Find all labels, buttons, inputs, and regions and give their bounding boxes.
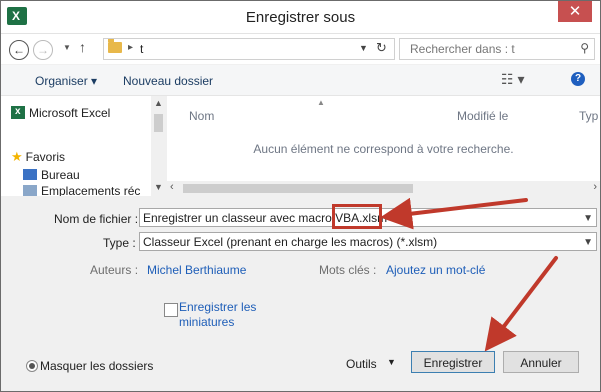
search-input[interactable]: Rechercher dans : t <box>410 42 515 56</box>
scroll-left-icon[interactable]: ‹ <box>170 181 174 193</box>
help-icon[interactable]: ? <box>571 72 585 86</box>
file-list-horizontal-scrollbar[interactable]: ‹ › <box>167 181 600 196</box>
column-header-name[interactable]: Nom <box>189 109 214 123</box>
add-keyword-link[interactable]: Ajoutez un mot-clé <box>386 263 485 277</box>
scroll-up-icon[interactable]: ▲ <box>154 98 163 108</box>
star-icon: ★ <box>11 149 23 164</box>
breadcrumb-folder[interactable]: t <box>140 42 143 56</box>
address-bar[interactable]: ▸ t ▼ ↻ <box>103 38 395 60</box>
folder-icon <box>108 39 122 53</box>
column-header-modified[interactable]: Modifié le <box>457 109 508 123</box>
scroll-down-icon[interactable]: ▼ <box>154 182 163 192</box>
save-button[interactable]: Enregistrer <box>411 351 495 373</box>
command-toolbar: Organiser ▾ Nouveau dossier ☷ ▾ ? <box>1 65 600 96</box>
tree-item-microsoft-excel[interactable]: Microsoft Excel <box>11 103 111 122</box>
tree-item-recent-places[interactable]: Emplacements réc <box>23 182 140 196</box>
back-arrow-icon[interactable]: ← <box>9 40 29 60</box>
navigation-pane: Microsoft Excel ★Favoris Bureau Emplacem… <box>1 96 166 196</box>
sort-indicator-icon: ▲ <box>317 98 325 107</box>
nav-pane-scrollbar[interactable]: ▲ ▼ <box>151 96 166 196</box>
search-box[interactable]: Rechercher dans : t ⚲ <box>399 38 595 60</box>
refresh-icon[interactable]: ↻ <box>376 40 387 56</box>
column-header-type[interactable]: Typ <box>579 109 598 123</box>
forward-arrow-icon[interactable]: → <box>33 40 53 60</box>
tree-item-label: Favoris <box>25 150 65 164</box>
authors-label: Auteurs : <box>90 263 139 277</box>
scroll-right-icon[interactable]: › <box>593 181 597 193</box>
chevron-down-icon[interactable]: ▼ <box>583 233 593 250</box>
empty-message: Aucun élément ne correspond à votre rech… <box>253 142 514 156</box>
cancel-button[interactable]: Annuler <box>503 351 579 373</box>
highlight-box <box>332 204 382 229</box>
chevron-down-icon[interactable]: ▼ <box>583 209 593 226</box>
close-button[interactable]: ✕ <box>558 1 592 22</box>
keywords-label: Mots clés : <box>319 263 377 277</box>
type-value: Classeur Excel (prenant en charge les ma… <box>143 235 438 249</box>
tools-dropdown-icon[interactable]: ▼ <box>387 357 396 367</box>
hide-folders-button[interactable]: Masquer les dossiers <box>40 359 153 373</box>
tree-item-label: Microsoft Excel <box>29 106 111 120</box>
save-form: Nom de fichier : Enregistrer un classeur… <box>1 197 600 391</box>
address-dropdown-icon[interactable]: ▼ <box>359 43 368 53</box>
authors-value[interactable]: Michel Berthiaume <box>147 263 246 277</box>
type-label: Type : <box>103 236 136 250</box>
tree-item-label: Emplacements réc <box>41 184 141 196</box>
excel-icon <box>11 103 25 121</box>
new-folder-button[interactable]: Nouveau dossier <box>123 74 213 88</box>
navigation-bar: ← → ▼ ↑ ▸ t ▼ ↻ Rechercher dans : t ⚲ <box>1 34 600 64</box>
hide-folders-toggle-icon[interactable] <box>26 360 38 372</box>
thumbnails-label[interactable]: Enregistrer les miniatures <box>179 300 259 330</box>
history-dropdown-icon[interactable]: ▼ <box>63 43 71 52</box>
type-select[interactable]: Classeur Excel (prenant en charge les ma… <box>139 232 597 251</box>
save-as-dialog: Enregistrer sous ✕ ← → ▼ ↑ ▸ t ▼ ↻ Reche… <box>0 0 601 392</box>
up-arrow-icon[interactable]: ↑ <box>79 39 86 55</box>
thumbnails-checkbox[interactable] <box>164 303 178 317</box>
tree-item-favoris[interactable]: ★ Favoris <box>11 148 65 166</box>
filename-label: Nom de fichier : <box>54 212 139 226</box>
organize-menu[interactable]: Organiser ▾ <box>35 74 97 88</box>
desktop-icon <box>23 169 37 180</box>
scrollbar-thumb[interactable] <box>154 114 163 132</box>
tools-menu[interactable]: Outils <box>346 357 377 371</box>
search-icon: ⚲ <box>580 41 589 55</box>
scrollbar-thumb[interactable] <box>183 184 413 193</box>
view-options-icon[interactable]: ☷ ▾ <box>501 71 524 88</box>
title-bar: Enregistrer sous ✕ <box>1 1 600 34</box>
window-title: Enregistrer sous <box>245 9 356 26</box>
tree-item-label: Bureau <box>41 168 80 182</box>
breadcrumb-separator-icon: ▸ <box>128 42 134 53</box>
recent-places-icon <box>23 185 37 196</box>
